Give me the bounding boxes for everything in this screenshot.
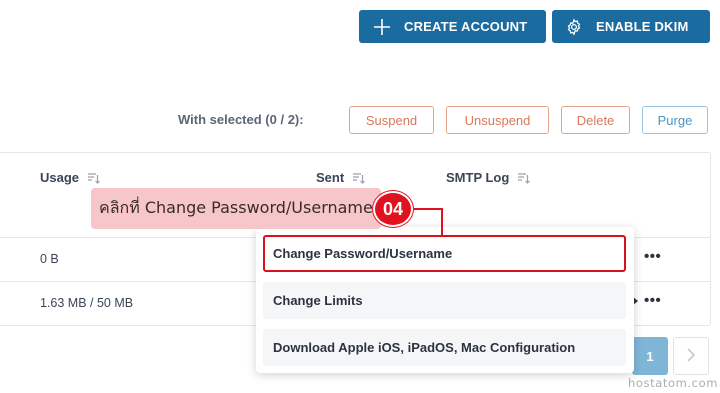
more-horizontal-icon[interactable]: ••• xyxy=(644,248,661,265)
step-number-badge: 04 xyxy=(373,191,413,227)
column-header-label: SMTP Log xyxy=(446,170,510,185)
watermark: hostatom.com xyxy=(628,376,719,390)
menu-item-change-password[interactable]: Change Password/Username xyxy=(263,235,626,272)
pagination-next-button[interactable] xyxy=(673,337,709,375)
row-actions-dropdown: Change Password/Username Change Limits D… xyxy=(256,227,634,373)
enable-dkim-button[interactable]: ENABLE DKIM xyxy=(552,10,710,43)
column-header-label: Sent xyxy=(316,170,345,185)
callout-connector xyxy=(441,208,443,235)
sort-icon[interactable] xyxy=(87,172,100,184)
sort-icon[interactable] xyxy=(352,172,366,184)
instruction-callout: คลิกที่ Change Password/Username xyxy=(91,188,381,229)
create-account-label: CREATE ACCOUNT xyxy=(404,19,528,34)
column-header-sent[interactable]: Sent xyxy=(316,170,366,185)
more-horizontal-icon[interactable]: ••• xyxy=(644,292,661,309)
column-header-usage[interactable]: Usage xyxy=(40,170,100,185)
purge-button[interactable]: Purge xyxy=(642,106,708,134)
pagination-page-1[interactable]: 1 xyxy=(632,337,668,375)
enable-dkim-label: ENABLE DKIM xyxy=(596,19,689,34)
suspend-button[interactable]: Suspend xyxy=(349,106,434,134)
sort-icon[interactable] xyxy=(517,172,531,184)
gear-icon xyxy=(563,17,585,36)
menu-item-change-limits[interactable]: Change Limits xyxy=(263,282,626,319)
menu-item-download-apple-config[interactable]: Download Apple iOS, iPadOS, Mac Configur… xyxy=(263,329,626,366)
column-header-smtp-log[interactable]: SMTP Log xyxy=(446,170,531,185)
chevron-right-icon xyxy=(686,347,696,366)
create-account-button[interactable]: CREATE ACCOUNT xyxy=(359,10,546,43)
delete-button[interactable]: Delete xyxy=(561,106,630,134)
table-row-usage: 0 B xyxy=(40,252,59,266)
callout-connector xyxy=(413,208,443,210)
column-header-label: Usage xyxy=(40,170,80,185)
unsuspend-button[interactable]: Unsuspend xyxy=(446,106,549,134)
table-row-usage: 1.63 MB / 50 MB xyxy=(40,296,134,310)
plus-icon xyxy=(369,17,395,37)
with-selected-label: With selected (0 / 2): xyxy=(178,112,304,127)
